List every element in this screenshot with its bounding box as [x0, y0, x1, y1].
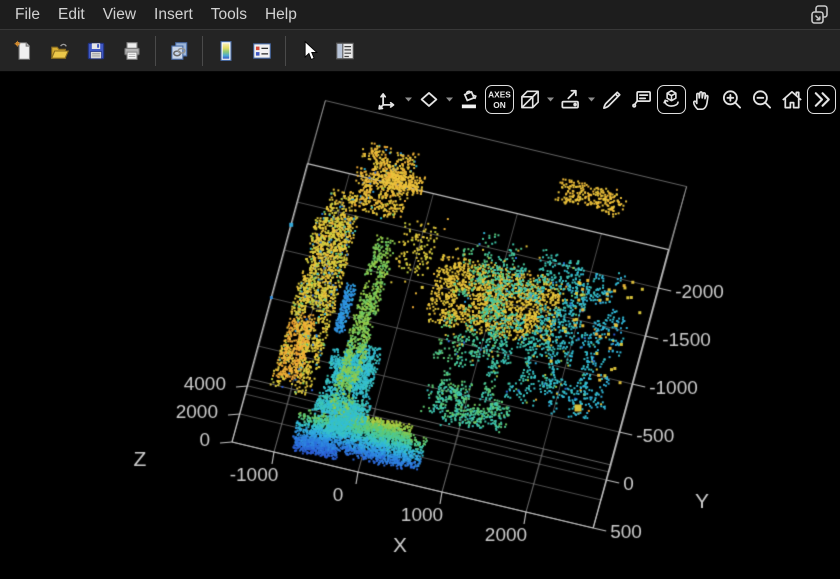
axes-on-text-1: AXES [488, 89, 511, 99]
toolbar-separator [202, 36, 203, 66]
pan-hand-icon [689, 87, 715, 113]
menu-view[interactable]: View [94, 2, 145, 28]
chevron-down-icon [445, 95, 454, 104]
pop-out-window-button[interactable] [806, 2, 834, 28]
toolbar-separator [285, 36, 286, 66]
brush-icon [599, 87, 625, 113]
projection-button[interactable] [515, 85, 544, 114]
open-file-button[interactable] [42, 34, 78, 68]
zoom-out-button[interactable] [747, 85, 776, 114]
print-figure-button[interactable] [114, 34, 150, 68]
axes-toolbar: AXES ON [373, 85, 836, 114]
new-document-icon [13, 40, 35, 62]
matlab-figure-window: File Edit View Insert Tools Help [0, 0, 840, 579]
pan-diamond-caret[interactable] [444, 85, 454, 114]
axes-triad-button[interactable] [373, 85, 402, 114]
link-plot-icon [168, 40, 190, 62]
insert-colorbar-button[interactable] [208, 34, 244, 68]
link-plot-button[interactable] [161, 34, 197, 68]
menu-tools[interactable]: Tools [202, 2, 256, 28]
pan-diamond-button[interactable] [414, 85, 443, 114]
export-caret[interactable] [586, 85, 596, 114]
chevron-down-icon [404, 95, 413, 104]
colorbar-icon [215, 40, 237, 62]
double-chevron-right-icon [809, 87, 834, 112]
datatip-button[interactable] [627, 85, 656, 114]
background-color-button[interactable] [455, 85, 484, 114]
zoom-in-button[interactable] [717, 85, 746, 114]
chevron-down-icon [587, 95, 596, 104]
more-tools-button[interactable] [807, 85, 836, 114]
axes-triad-icon [375, 87, 401, 113]
zoom-in-icon [719, 87, 745, 113]
edit-plot-button[interactable] [291, 34, 327, 68]
menu-insert[interactable]: Insert [145, 2, 202, 28]
zoom-out-icon [749, 87, 775, 113]
menu-bar: File Edit View Insert Tools Help [0, 0, 840, 30]
property-inspector-icon [334, 40, 356, 62]
rotate-3d-button[interactable] [657, 85, 686, 114]
projection-caret[interactable] [545, 85, 555, 114]
figure-area: AXES ON [0, 72, 840, 579]
point-cloud-plot-canvas[interactable] [0, 72, 840, 579]
menu-edit[interactable]: Edit [49, 2, 94, 28]
menu-file[interactable]: File [6, 2, 49, 28]
pop-out-icon [808, 3, 832, 27]
projection-cube-icon [517, 87, 543, 113]
rotate-3d-icon [659, 87, 684, 112]
insert-legend-button[interactable] [244, 34, 280, 68]
axes-triad-caret[interactable] [403, 85, 413, 114]
restore-view-button[interactable] [777, 85, 806, 114]
new-figure-button[interactable] [6, 34, 42, 68]
pan-button[interactable] [687, 85, 716, 114]
axes-on-icon: AXES ON [487, 87, 512, 112]
brush-button[interactable] [597, 85, 626, 114]
axes-on-toggle-button[interactable]: AXES ON [485, 85, 514, 114]
save-figure-button[interactable] [78, 34, 114, 68]
menu-help[interactable]: Help [256, 2, 306, 28]
property-inspector-button[interactable] [327, 34, 363, 68]
export-icon [558, 87, 584, 113]
open-folder-icon [49, 40, 71, 62]
diamond-icon [416, 87, 442, 113]
home-icon [779, 87, 805, 113]
export-button[interactable] [556, 85, 585, 114]
save-floppy-icon [85, 40, 107, 62]
toolbar-separator [155, 36, 156, 66]
chevron-down-icon [546, 95, 555, 104]
legend-icon [251, 40, 273, 62]
figure-toolbar [0, 30, 840, 72]
pointer-cursor-icon [298, 40, 320, 62]
datatip-icon [629, 87, 655, 113]
paint-bucket-icon [457, 87, 483, 113]
printer-icon [121, 40, 143, 62]
axes-on-text-2: ON [493, 100, 506, 110]
